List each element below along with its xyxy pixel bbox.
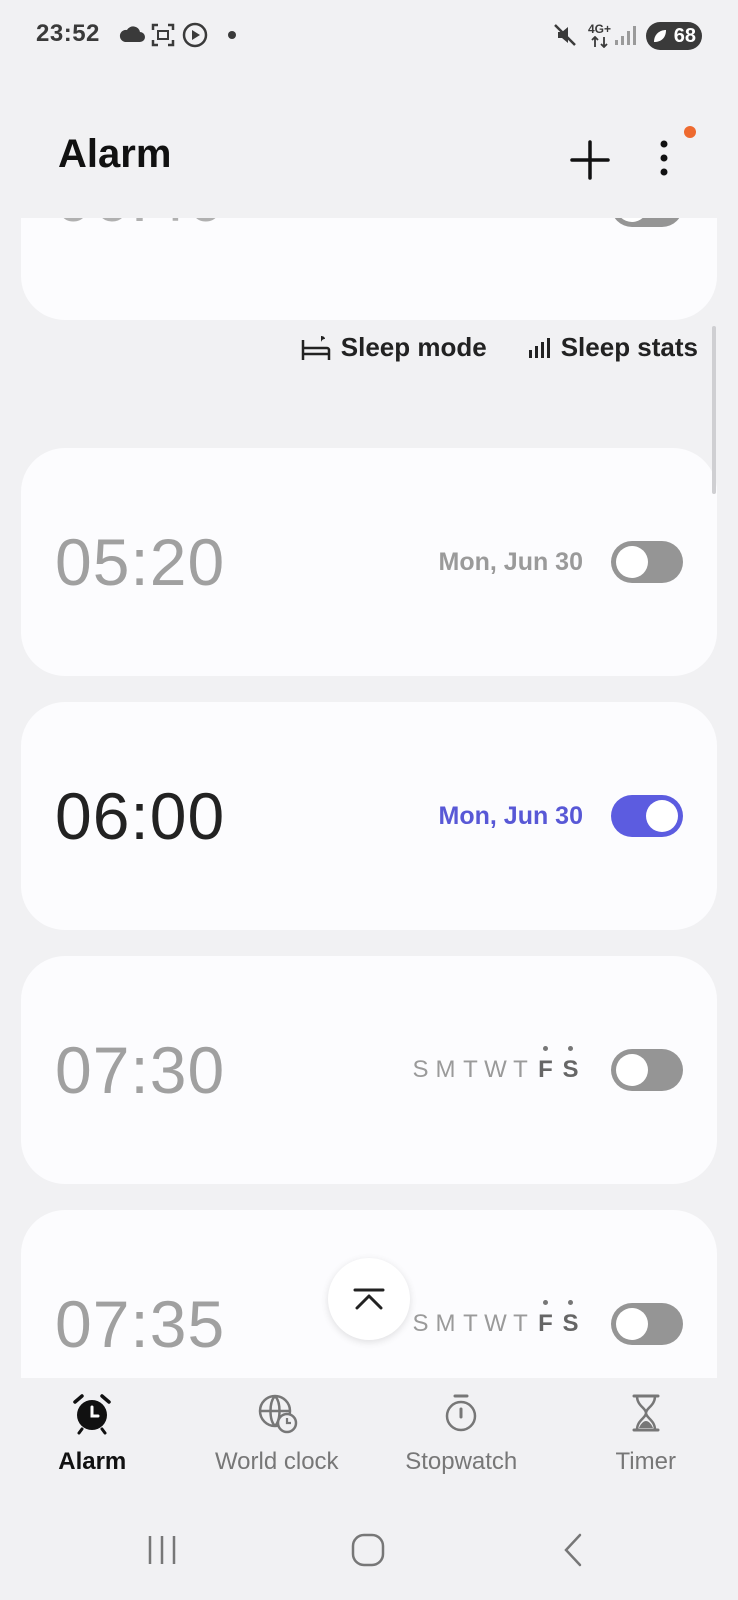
alarm-clock-icon bbox=[73, 1394, 111, 1435]
system-nav-bar bbox=[0, 1520, 738, 1590]
battery-icon: 68 bbox=[646, 22, 702, 50]
day-label: S bbox=[412, 1310, 429, 1337]
scroll-to-top-button[interactable] bbox=[328, 1258, 410, 1340]
repeat-days: S M T W T F S bbox=[408, 1046, 583, 1084]
bar-chart-icon bbox=[528, 337, 550, 358]
day-label: T bbox=[513, 1310, 528, 1337]
media-play-icon bbox=[182, 22, 208, 48]
day-label-active: F bbox=[533, 1046, 558, 1084]
tab-alarm[interactable]: Alarm bbox=[0, 1388, 185, 1488]
tab-label: Alarm bbox=[58, 1448, 127, 1475]
tab-stopwatch[interactable]: Stopwatch bbox=[369, 1388, 554, 1488]
day-label: T bbox=[463, 1310, 478, 1337]
globe-clock-icon bbox=[258, 1394, 297, 1434]
notification-badge bbox=[684, 126, 696, 138]
day-label: T bbox=[513, 1056, 528, 1083]
alarm-date: Mon, Jun 30 bbox=[438, 548, 583, 576]
tab-label: Timer bbox=[615, 1448, 676, 1475]
sleep-mode-label: Sleep mode bbox=[340, 332, 487, 362]
sleep-stats-label: Sleep stats bbox=[560, 332, 698, 362]
alarm-toggle[interactable] bbox=[611, 541, 683, 583]
alarm-time: 06:40 bbox=[55, 218, 225, 236]
bed-icon bbox=[301, 335, 331, 360]
stopwatch-icon bbox=[446, 1394, 477, 1432]
page-title: Alarm bbox=[58, 132, 172, 176]
cloud-icon bbox=[119, 26, 145, 42]
day-label: W bbox=[484, 1056, 507, 1083]
day-label-active: F bbox=[533, 1300, 558, 1338]
day-label-active: S bbox=[558, 1046, 583, 1084]
alarm-time: 07:30 bbox=[55, 1033, 226, 1107]
tab-label: Stopwatch bbox=[405, 1448, 518, 1475]
alarm-toggle[interactable] bbox=[611, 795, 683, 837]
alarm-card[interactable]: 07:30 S M T W T F S bbox=[21, 956, 717, 1184]
alarm-toggle[interactable] bbox=[611, 1303, 683, 1345]
network-type: 4G+ bbox=[588, 22, 612, 36]
chevron-up-icon bbox=[353, 1288, 385, 1310]
hourglass-icon bbox=[632, 1394, 660, 1432]
alarm-card[interactable]: 05:20 Mon, Jun 30 bbox=[21, 448, 717, 676]
status-bar: 23:52 4G+ 68 bbox=[0, 0, 738, 72]
alarm-card[interactable]: 06:40 bbox=[21, 218, 717, 320]
tab-world-clock[interactable]: World clock bbox=[185, 1388, 370, 1488]
more-options-button[interactable] bbox=[646, 134, 682, 182]
tab-label: World clock bbox=[214, 1448, 339, 1475]
notification-dot-icon bbox=[228, 31, 236, 39]
battery-level: 68 bbox=[673, 24, 696, 47]
sleep-mode-button[interactable]: Sleep mode bbox=[301, 332, 487, 363]
back-button[interactable] bbox=[558, 1532, 588, 1568]
alarm-toggle[interactable] bbox=[611, 218, 683, 227]
signal-icon bbox=[615, 26, 636, 45]
day-label: T bbox=[463, 1056, 478, 1083]
add-alarm-button[interactable] bbox=[566, 136, 614, 184]
day-label: W bbox=[484, 1310, 507, 1337]
alarm-toggle[interactable] bbox=[611, 1049, 683, 1091]
day-label-active: S bbox=[558, 1300, 583, 1338]
alarm-time: 05:20 bbox=[55, 525, 226, 599]
status-time: 23:52 bbox=[36, 20, 100, 47]
repeat-days: S M T W T F S bbox=[408, 1300, 583, 1338]
data-arrows-icon bbox=[591, 36, 608, 48]
alarm-list[interactable]: 06:40 Sleep mode Sleep stats 05:20 Mon, … bbox=[0, 218, 738, 1378]
home-button[interactable] bbox=[350, 1532, 386, 1568]
scrollbar[interactable] bbox=[712, 326, 716, 494]
mute-icon bbox=[554, 24, 576, 46]
alarm-time: 07:35 bbox=[55, 1287, 226, 1361]
alarm-card[interactable]: 06:00 Mon, Jun 30 bbox=[21, 702, 717, 930]
screenshot-icon bbox=[151, 23, 175, 47]
alarm-time: 06:00 bbox=[55, 779, 226, 853]
sleep-row: Sleep mode Sleep stats bbox=[301, 332, 698, 363]
tab-timer[interactable]: Timer bbox=[554, 1388, 738, 1488]
day-label: M bbox=[435, 1056, 456, 1083]
recent-apps-button[interactable] bbox=[144, 1532, 180, 1568]
day-label: M bbox=[435, 1310, 456, 1337]
alarm-date: Mon, Jun 30 bbox=[438, 802, 583, 830]
day-label: S bbox=[412, 1056, 429, 1083]
bottom-nav: Alarm World clock Stopwatch Timer bbox=[0, 1388, 738, 1488]
sleep-stats-button[interactable]: Sleep stats bbox=[527, 332, 698, 363]
